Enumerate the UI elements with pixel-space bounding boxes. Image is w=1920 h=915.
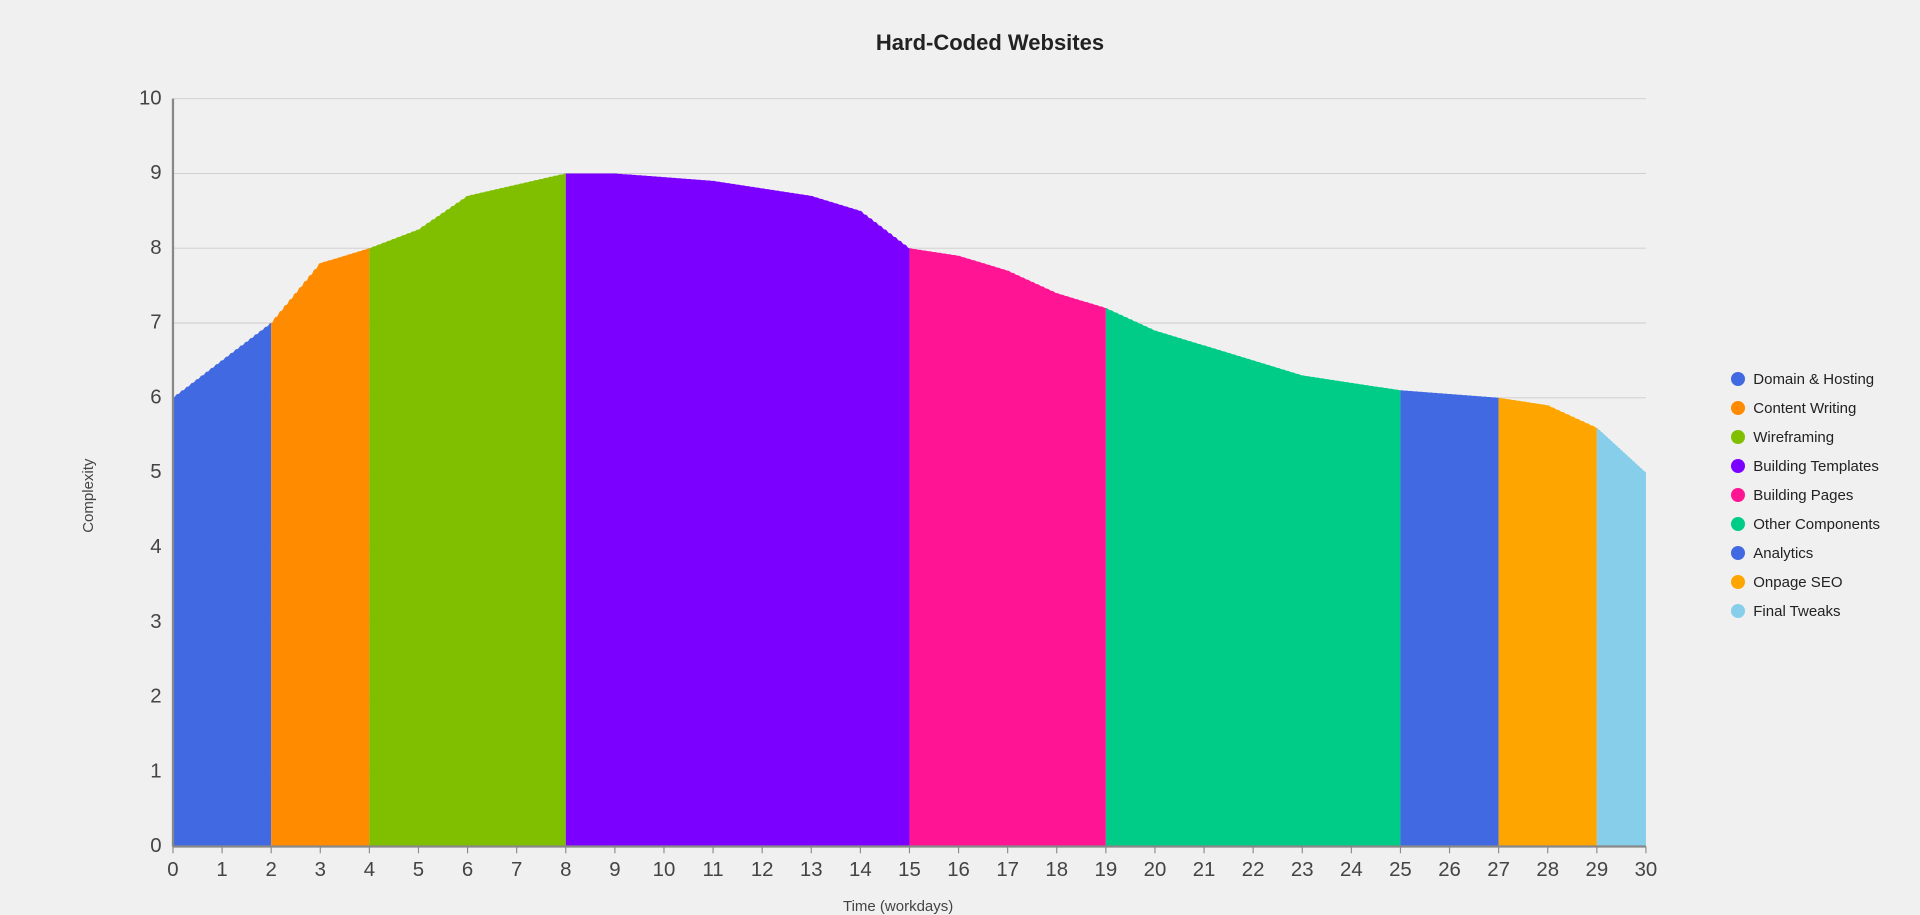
x-tick-label-3: 3: [315, 859, 326, 881]
x-tick-label-16: 16: [947, 859, 970, 881]
x-tick-label-28: 28: [1536, 859, 1559, 881]
legend-dot: [1731, 488, 1745, 502]
x-tick-label-26: 26: [1438, 859, 1461, 881]
x-tick-label-11: 11: [702, 859, 723, 881]
segment-onpage-seo: [1499, 398, 1597, 847]
x-axis-label: Time (workdays): [105, 898, 1691, 915]
legend-label: Final Tweaks: [1753, 603, 1840, 620]
legend-label: Wireframing: [1753, 429, 1834, 446]
x-tick-label-4: 4: [364, 859, 375, 881]
legend-label: Domain & Hosting: [1753, 371, 1874, 388]
y-tick-4: 4: [150, 536, 161, 558]
y-axis-label: Complexity: [80, 76, 97, 915]
y-tick-9: 9: [150, 162, 161, 184]
segment-content-writing: [271, 248, 369, 846]
segment-final-tweaks: [1597, 428, 1646, 847]
x-tick-label-2: 2: [266, 859, 277, 881]
x-tick-label-6: 6: [462, 859, 473, 881]
x-tick-label-30: 30: [1635, 859, 1658, 881]
segment-building-templates: [566, 173, 910, 846]
legend-item: Analytics: [1731, 545, 1880, 562]
legend-item: Other Components: [1731, 516, 1880, 533]
x-tick-label-12: 12: [751, 859, 774, 881]
legend-item: Domain & Hosting: [1731, 371, 1880, 388]
legend: Domain & Hosting Content Writing Wireframi…: [1691, 76, 1900, 915]
legend-dot: [1731, 604, 1745, 618]
x-tick-label-19: 19: [1095, 859, 1118, 881]
y-tick-3: 3: [150, 611, 161, 633]
x-tick-label-18: 18: [1045, 859, 1068, 881]
x-tick-label-29: 29: [1586, 859, 1609, 881]
legend-item: Wireframing: [1731, 429, 1880, 446]
x-tick-label-7: 7: [511, 859, 522, 881]
legend-dot: [1731, 517, 1745, 531]
legend-item: Building Templates: [1731, 458, 1880, 475]
legend-label: Building Pages: [1753, 487, 1853, 504]
x-tick-label-0: 0: [167, 859, 178, 881]
x-tick-label-22: 22: [1242, 859, 1265, 881]
legend-item: Onpage SEO: [1731, 574, 1880, 591]
y-tick-5: 5: [150, 461, 161, 483]
area-chart: 0123456789100123456789101112131415161718…: [105, 76, 1691, 892]
legend-label: Other Components: [1753, 516, 1880, 533]
x-tick-label-25: 25: [1389, 859, 1412, 881]
legend-dot: [1731, 575, 1745, 589]
chart-title: Hard-Coded Websites: [80, 30, 1900, 56]
x-tick-label-17: 17: [996, 859, 1019, 881]
x-tick-label-24: 24: [1340, 859, 1363, 881]
x-tick-label-10: 10: [653, 859, 676, 881]
x-tick-label-5: 5: [413, 859, 424, 881]
legend-label: Analytics: [1753, 545, 1813, 562]
y-tick-7: 7: [150, 312, 161, 334]
chart-fills: [173, 173, 1646, 846]
legend-label: Onpage SEO: [1753, 574, 1842, 591]
legend-dot: [1731, 401, 1745, 415]
legend-dot: [1731, 430, 1745, 444]
x-tick-label-27: 27: [1487, 859, 1510, 881]
legend-label: Content Writing: [1753, 400, 1856, 417]
x-tick-label-15: 15: [898, 859, 921, 881]
x-tick-label-9: 9: [609, 859, 620, 881]
y-tick-8: 8: [150, 237, 161, 259]
segment-wireframing: [369, 173, 565, 846]
segment-domain-&-hosting: [173, 323, 271, 846]
x-tick-label-13: 13: [800, 859, 823, 881]
y-tick-0: 0: [150, 835, 161, 857]
legend-item: Building Pages: [1731, 487, 1880, 504]
legend-label: Building Templates: [1753, 458, 1879, 475]
segment-other-components: [1106, 308, 1401, 846]
x-tick-label-21: 21: [1193, 859, 1216, 881]
x-tick-label-1: 1: [216, 859, 227, 881]
legend-item: Final Tweaks: [1731, 603, 1880, 620]
y-tick-1: 1: [150, 760, 161, 782]
x-tick-label-14: 14: [849, 859, 872, 881]
legend-dot: [1731, 372, 1745, 386]
y-tick-6: 6: [150, 386, 161, 408]
y-tick-2: 2: [150, 686, 161, 708]
x-tick-label-20: 20: [1144, 859, 1167, 881]
chart-area: 0123456789100123456789101112131415161718…: [105, 76, 1691, 915]
legend-dot: [1731, 546, 1745, 560]
x-tick-label-8: 8: [560, 859, 571, 881]
legend-dot: [1731, 459, 1745, 473]
segment-building-pages: [909, 248, 1105, 846]
chart-container: Hard-Coded Websites Complexity 012345678…: [0, 0, 1920, 908]
segment-analytics: [1400, 390, 1498, 846]
x-tick-label-23: 23: [1291, 859, 1314, 881]
legend-item: Content Writing: [1731, 400, 1880, 417]
y-tick-10: 10: [139, 87, 162, 109]
chart-body: Complexity 01234567891001234567891011121…: [80, 76, 1900, 915]
